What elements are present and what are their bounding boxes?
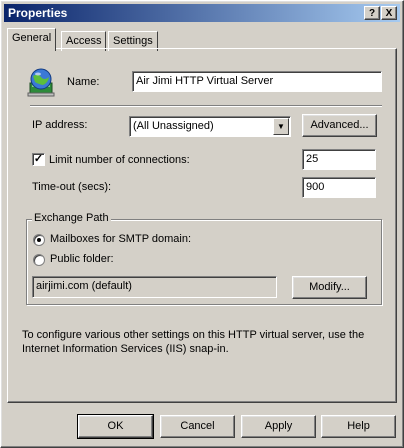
tab-settings-label: Settings [113,35,153,47]
tab-general-label: General [12,32,52,44]
apply-button[interactable]: Apply [241,415,316,438]
general-panel: Name: Air Jimi HTTP Virtual Server IP ad… [7,48,397,403]
limit-connections-field[interactable]: 25 [302,149,376,170]
chevron-down-icon[interactable]: ▼ [273,118,289,135]
advanced-button[interactable]: Advanced... [302,114,377,137]
ip-address-label: IP address: [32,119,88,131]
tab-access-label: Access [66,35,102,47]
ip-address-value: (All Unassigned) [133,120,214,132]
public-folder-label: Public folder: [50,253,114,265]
modify-button[interactable]: Modify... [292,276,367,299]
title-bar[interactable]: Properties ? X [4,4,400,22]
cancel-button[interactable]: Cancel [160,415,235,438]
tab-general[interactable]: General [7,28,57,51]
info-text: To configure various other settings on t… [22,329,365,355]
globe-server-icon [27,68,55,97]
name-field[interactable]: Air Jimi HTTP Virtual Server [132,71,382,92]
limit-connections-checkbox[interactable]: ✓ [32,153,45,166]
close-title-button[interactable]: X [381,6,397,20]
properties-window: Properties ? X General Access Settings N… [0,0,404,448]
ip-address-select[interactable]: (All Unassigned) ▼ [129,116,291,137]
timeout-field[interactable]: 900 [302,177,376,198]
public-folder-radio[interactable] [33,254,45,266]
ok-button[interactable]: OK [77,414,154,439]
limit-connections-label: Limit number of connections: [49,154,190,166]
help-title-button[interactable]: ? [364,6,380,20]
separator [30,105,382,107]
exchange-path-title: Exchange Path [32,212,111,224]
mailboxes-radio[interactable] [33,234,45,246]
name-label: Name: [67,76,100,88]
mailboxes-label: Mailboxes for SMTP domain: [50,233,192,245]
exchange-domain-field[interactable]: airjimi.com (default) [32,276,277,298]
window-title: Properties [8,6,68,20]
help-button[interactable]: Help [321,415,396,438]
timeout-label: Time-out (secs): [32,181,112,193]
